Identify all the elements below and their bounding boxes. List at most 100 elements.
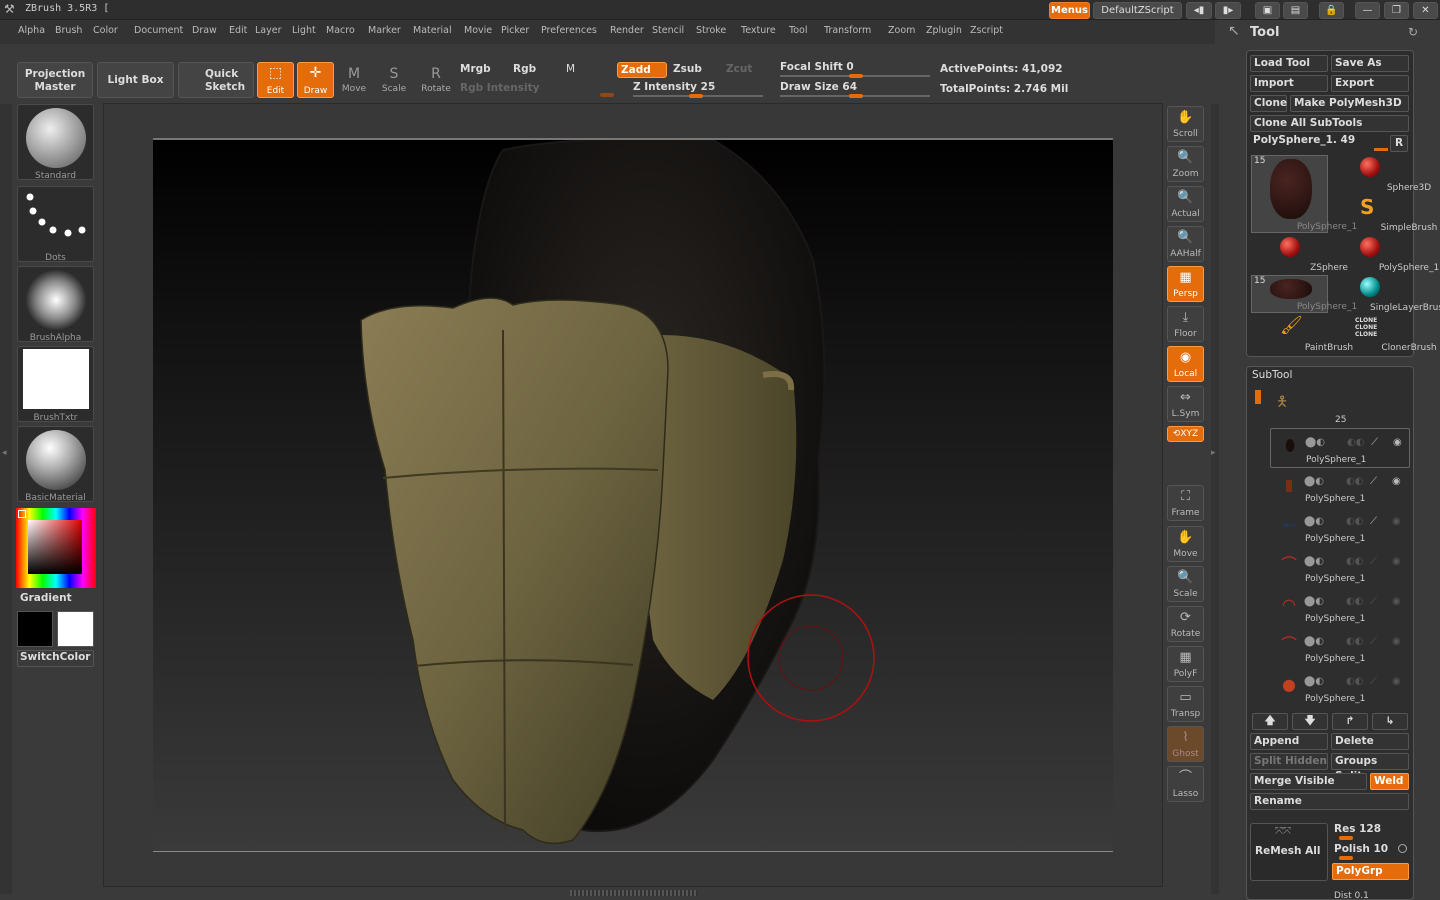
load-tool-button[interactable]: Load Tool <box>1250 55 1328 72</box>
menu-zoom[interactable]: Zoom <box>888 25 915 36</box>
ghost-button[interactable]: ⌇ Ghost <box>1167 726 1204 762</box>
delete-button[interactable]: Delete <box>1331 733 1409 750</box>
polish-knob[interactable] <box>1339 856 1353 860</box>
tool-item-polysphere_1[interactable]: 15 PolySphere_1 <box>1251 275 1357 313</box>
menu-movie[interactable]: Movie <box>464 25 492 36</box>
menu-macro[interactable]: Macro <box>326 25 355 36</box>
draw-size-slider[interactable]: Draw Size 64 <box>780 81 857 93</box>
visibility-toggle-icon[interactable]: ⬤◐ <box>1304 636 1324 647</box>
rgb-intensity-knob[interactable] <box>600 93 614 97</box>
rotate-button[interactable]: ⟳ Rotate <box>1167 606 1204 642</box>
light-box-button[interactable]: Light Box <box>97 62 174 98</box>
menus-button[interactable]: Menus <box>1049 2 1090 19</box>
lsym-button[interactable]: ⇔ L.Sym <box>1167 386 1204 422</box>
rename-button[interactable]: Rename <box>1250 793 1409 810</box>
zsub-button[interactable]: Zsub <box>673 63 702 75</box>
rgb-intensity-slider[interactable]: Rgb Intensity <box>460 82 539 94</box>
polish-circle-icon[interactable] <box>1398 844 1407 853</box>
color-square[interactable] <box>28 520 82 574</box>
lock-icon[interactable]: 🔒 <box>1319 2 1344 19</box>
mode-toggle-icon[interactable]: ◐◐ <box>1346 476 1363 487</box>
edit-toggle-icon[interactable]: ⟋ <box>1370 636 1377 647</box>
export-button[interactable]: Export <box>1331 75 1409 92</box>
menu-material[interactable]: Material <box>413 25 452 36</box>
eye-icon[interactable]: ◉ <box>1392 636 1401 647</box>
subtool-item[interactable]: ⬮ ⬤◐ ◐◐ ⟋ ◉ PolySphere_1 <box>1270 428 1410 468</box>
aahalf-button[interactable]: 🔍 AAHalf <box>1167 226 1204 262</box>
edit-toggle-icon[interactable]: ⟋ <box>1370 596 1377 607</box>
tool-item-simplebrush[interactable]: S SimpleBrush <box>1331 195 1437 233</box>
menu-picker[interactable]: Picker <box>501 25 529 36</box>
tool-item-clonerbrush[interactable]: CLONE CLONE CLONE ClonerBrush <box>1331 315 1437 353</box>
save-as-button[interactable]: Save As <box>1331 55 1409 72</box>
res-slider[interactable]: Res 128 <box>1334 823 1381 835</box>
frame-button[interactable]: ⛶ Frame <box>1167 485 1204 521</box>
layout-icon[interactable]: ▣ <box>1255 2 1280 19</box>
color-picker[interactable] <box>16 508 96 588</box>
secondary-color-swatch[interactable] <box>57 611 94 647</box>
standard-brush-tile[interactable]: Standard <box>17 104 94 181</box>
r-button[interactable]: R <box>1390 135 1408 152</box>
draw-size-knob[interactable] <box>849 94 863 98</box>
polyf-button[interactable]: ▦ PolyF <box>1167 646 1204 682</box>
make-polymesh-button[interactable]: Make PolyMesh3D <box>1290 95 1409 112</box>
scroll-right-icon[interactable]: ▮▸ <box>1215 2 1241 19</box>
tool-item-paintbrush[interactable]: 🖌 PaintBrush <box>1251 315 1353 353</box>
visibility-toggle-icon[interactable]: ⬤◐ <box>1304 596 1324 607</box>
remesh-all-button[interactable]: ⤧⤧ ReMesh All <box>1250 823 1328 881</box>
scroll-left-icon[interactable]: ◂▮ <box>1186 2 1212 19</box>
merge-visible-button[interactable]: Merge Visible <box>1250 773 1367 790</box>
projection-master-button[interactable]: Projection Master <box>17 62 93 98</box>
eye-icon[interactable]: ◉ <box>1392 676 1401 687</box>
edit-toggle-icon[interactable]: ⟋ <box>1370 476 1377 487</box>
scale-button[interactable]: S Scale <box>378 64 410 94</box>
move-button[interactable]: ✋ Move <box>1167 526 1204 562</box>
visibility-toggle-icon[interactable]: ⬤◐ <box>1305 437 1325 448</box>
actual-button[interactable]: 🔍 Actual <box>1167 186 1204 222</box>
mode-toggle-icon[interactable]: ◐◐ <box>1346 636 1363 647</box>
menu-stroke[interactable]: Stroke <box>696 25 726 36</box>
tool-item-sphere3d[interactable]: Sphere3D <box>1331 155 1431 193</box>
mrgb-toggle[interactable]: Mrgb <box>460 63 491 75</box>
color-selector-icon[interactable] <box>18 510 26 518</box>
refresh-icon[interactable]: ↻ <box>1408 25 1418 39</box>
eye-icon[interactable]: ◉ <box>1392 596 1401 607</box>
menu-draw[interactable]: Draw <box>192 25 217 36</box>
clone-button[interactable]: Clone <box>1250 95 1287 112</box>
visibility-toggle-icon[interactable]: ⬤◐ <box>1304 556 1324 567</box>
dots-stroke-tile[interactable]: Dots <box>17 186 94 263</box>
main-color-swatch[interactable] <box>17 611 53 647</box>
bottom-tray-handle[interactable] <box>570 890 698 896</box>
move-down-icon[interactable]: 🡇 <box>1292 713 1328 730</box>
menu-preferences[interactable]: Preferences <box>541 25 597 36</box>
z-intensity-slider[interactable]: Z Intensity 25 <box>633 81 715 93</box>
mode-toggle-icon[interactable]: ◐◐ <box>1346 556 1363 567</box>
dist-slider[interactable]: Dist 0.1 <box>1334 891 1369 900</box>
mode-toggle-icon[interactable]: ◐◐ <box>1346 516 1363 527</box>
menu-document[interactable]: Document <box>134 25 183 36</box>
close-icon[interactable]: ✕ <box>1413 2 1438 19</box>
brush-alpha-tile[interactable]: BrushAlpha <box>17 266 94 343</box>
transp-button[interactable]: ▭ Transp <box>1167 686 1204 722</box>
subtool-figure-thumb[interactable]: 🯅 <box>1276 391 1288 415</box>
edit-toggle-icon[interactable]: ⟋ <box>1370 556 1377 567</box>
menu-zscript[interactable]: Zscript <box>970 25 1003 36</box>
m-toggle[interactable]: M <box>566 63 575 75</box>
split-hidden-button[interactable]: Split Hidden <box>1250 753 1328 770</box>
mode-toggle-icon[interactable]: ◐◐ <box>1346 676 1363 687</box>
subtool-item[interactable]: ⌒ ⬤◐ ◐◐ ⟋ ◉ PolySphere_1 <box>1270 548 1410 588</box>
edit-button[interactable]: ⬚ Edit <box>257 62 294 98</box>
menu-alpha[interactable]: Alpha <box>18 25 45 36</box>
restore-icon[interactable]: ❐ <box>1384 2 1409 19</box>
menu-marker[interactable]: Marker <box>368 25 401 36</box>
menu-render[interactable]: Render <box>610 25 644 36</box>
minimize-icon[interactable]: — <box>1355 2 1380 19</box>
subtool-item[interactable]: ◠ ⬤◐ ◐◐ ⟋ ◉ PolySphere_1 <box>1270 588 1410 628</box>
mode-toggle-icon[interactable]: ◐◐ <box>1346 596 1363 607</box>
scale-button[interactable]: 🔍 Scale <box>1167 566 1204 602</box>
menu-edit[interactable]: Edit <box>229 25 247 36</box>
current-tool-knob[interactable] <box>1374 148 1388 151</box>
floor-button[interactable]: ⤓ Floor <box>1167 306 1204 342</box>
right-tray-handle[interactable]: ▸ <box>1211 104 1219 894</box>
duplicate-icon[interactable]: ↳ <box>1372 713 1408 730</box>
